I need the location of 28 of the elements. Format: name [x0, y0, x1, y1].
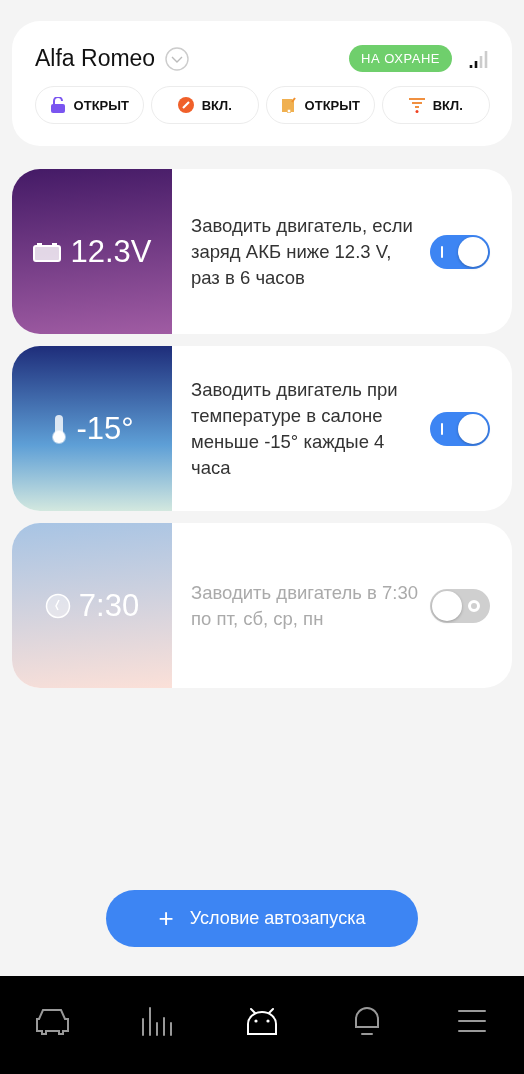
rule-value: 12.3V: [70, 233, 152, 270]
thermometer-icon: [50, 413, 69, 444]
add-condition-button[interactable]: + Условие автозапуска: [106, 890, 418, 947]
toggle-switch[interactable]: [430, 234, 490, 269]
battery-icon: [32, 240, 63, 263]
lock-icon: [49, 97, 66, 113]
trunk-icon: [280, 97, 297, 113]
rule-value: -15°: [76, 410, 134, 447]
rule-description: Заводить двигатель при температуре в салоне меньше -15° каждые 4 часа: [191, 377, 399, 480]
menu-icon: [456, 1008, 487, 1034]
status-chip[interactable]: ВКЛ.: [150, 86, 259, 124]
robot-icon: [244, 1006, 280, 1036]
heater-icon: [408, 97, 425, 113]
status-chip[interactable]: ОТКРЫТ: [266, 86, 375, 124]
toggle-switch[interactable]: [430, 411, 490, 446]
plus-icon: +: [158, 903, 174, 934]
slash-circle-icon: [177, 97, 194, 113]
rule-description: Заводить двигатель, если заряд АКБ ниже 12.3 V, раз в 6 часов: [191, 213, 414, 290]
vehicle-name: Alfa Romeo: [35, 45, 156, 72]
bar-chart-icon: [140, 1006, 175, 1036]
car-icon: [34, 1006, 71, 1036]
clock-icon: [44, 592, 71, 619]
toggle-switch[interactable]: [430, 588, 490, 623]
rule-description: Заводить двигатель в 7:30 по пт, сб, ср, пн: [191, 580, 418, 631]
status-chip[interactable]: ВКЛ.: [381, 86, 490, 124]
bell-icon: [352, 1005, 381, 1037]
status-badge: НА ОХРАНЕ: [349, 45, 452, 72]
status-chip[interactable]: ОТКРЫТ: [35, 86, 144, 124]
